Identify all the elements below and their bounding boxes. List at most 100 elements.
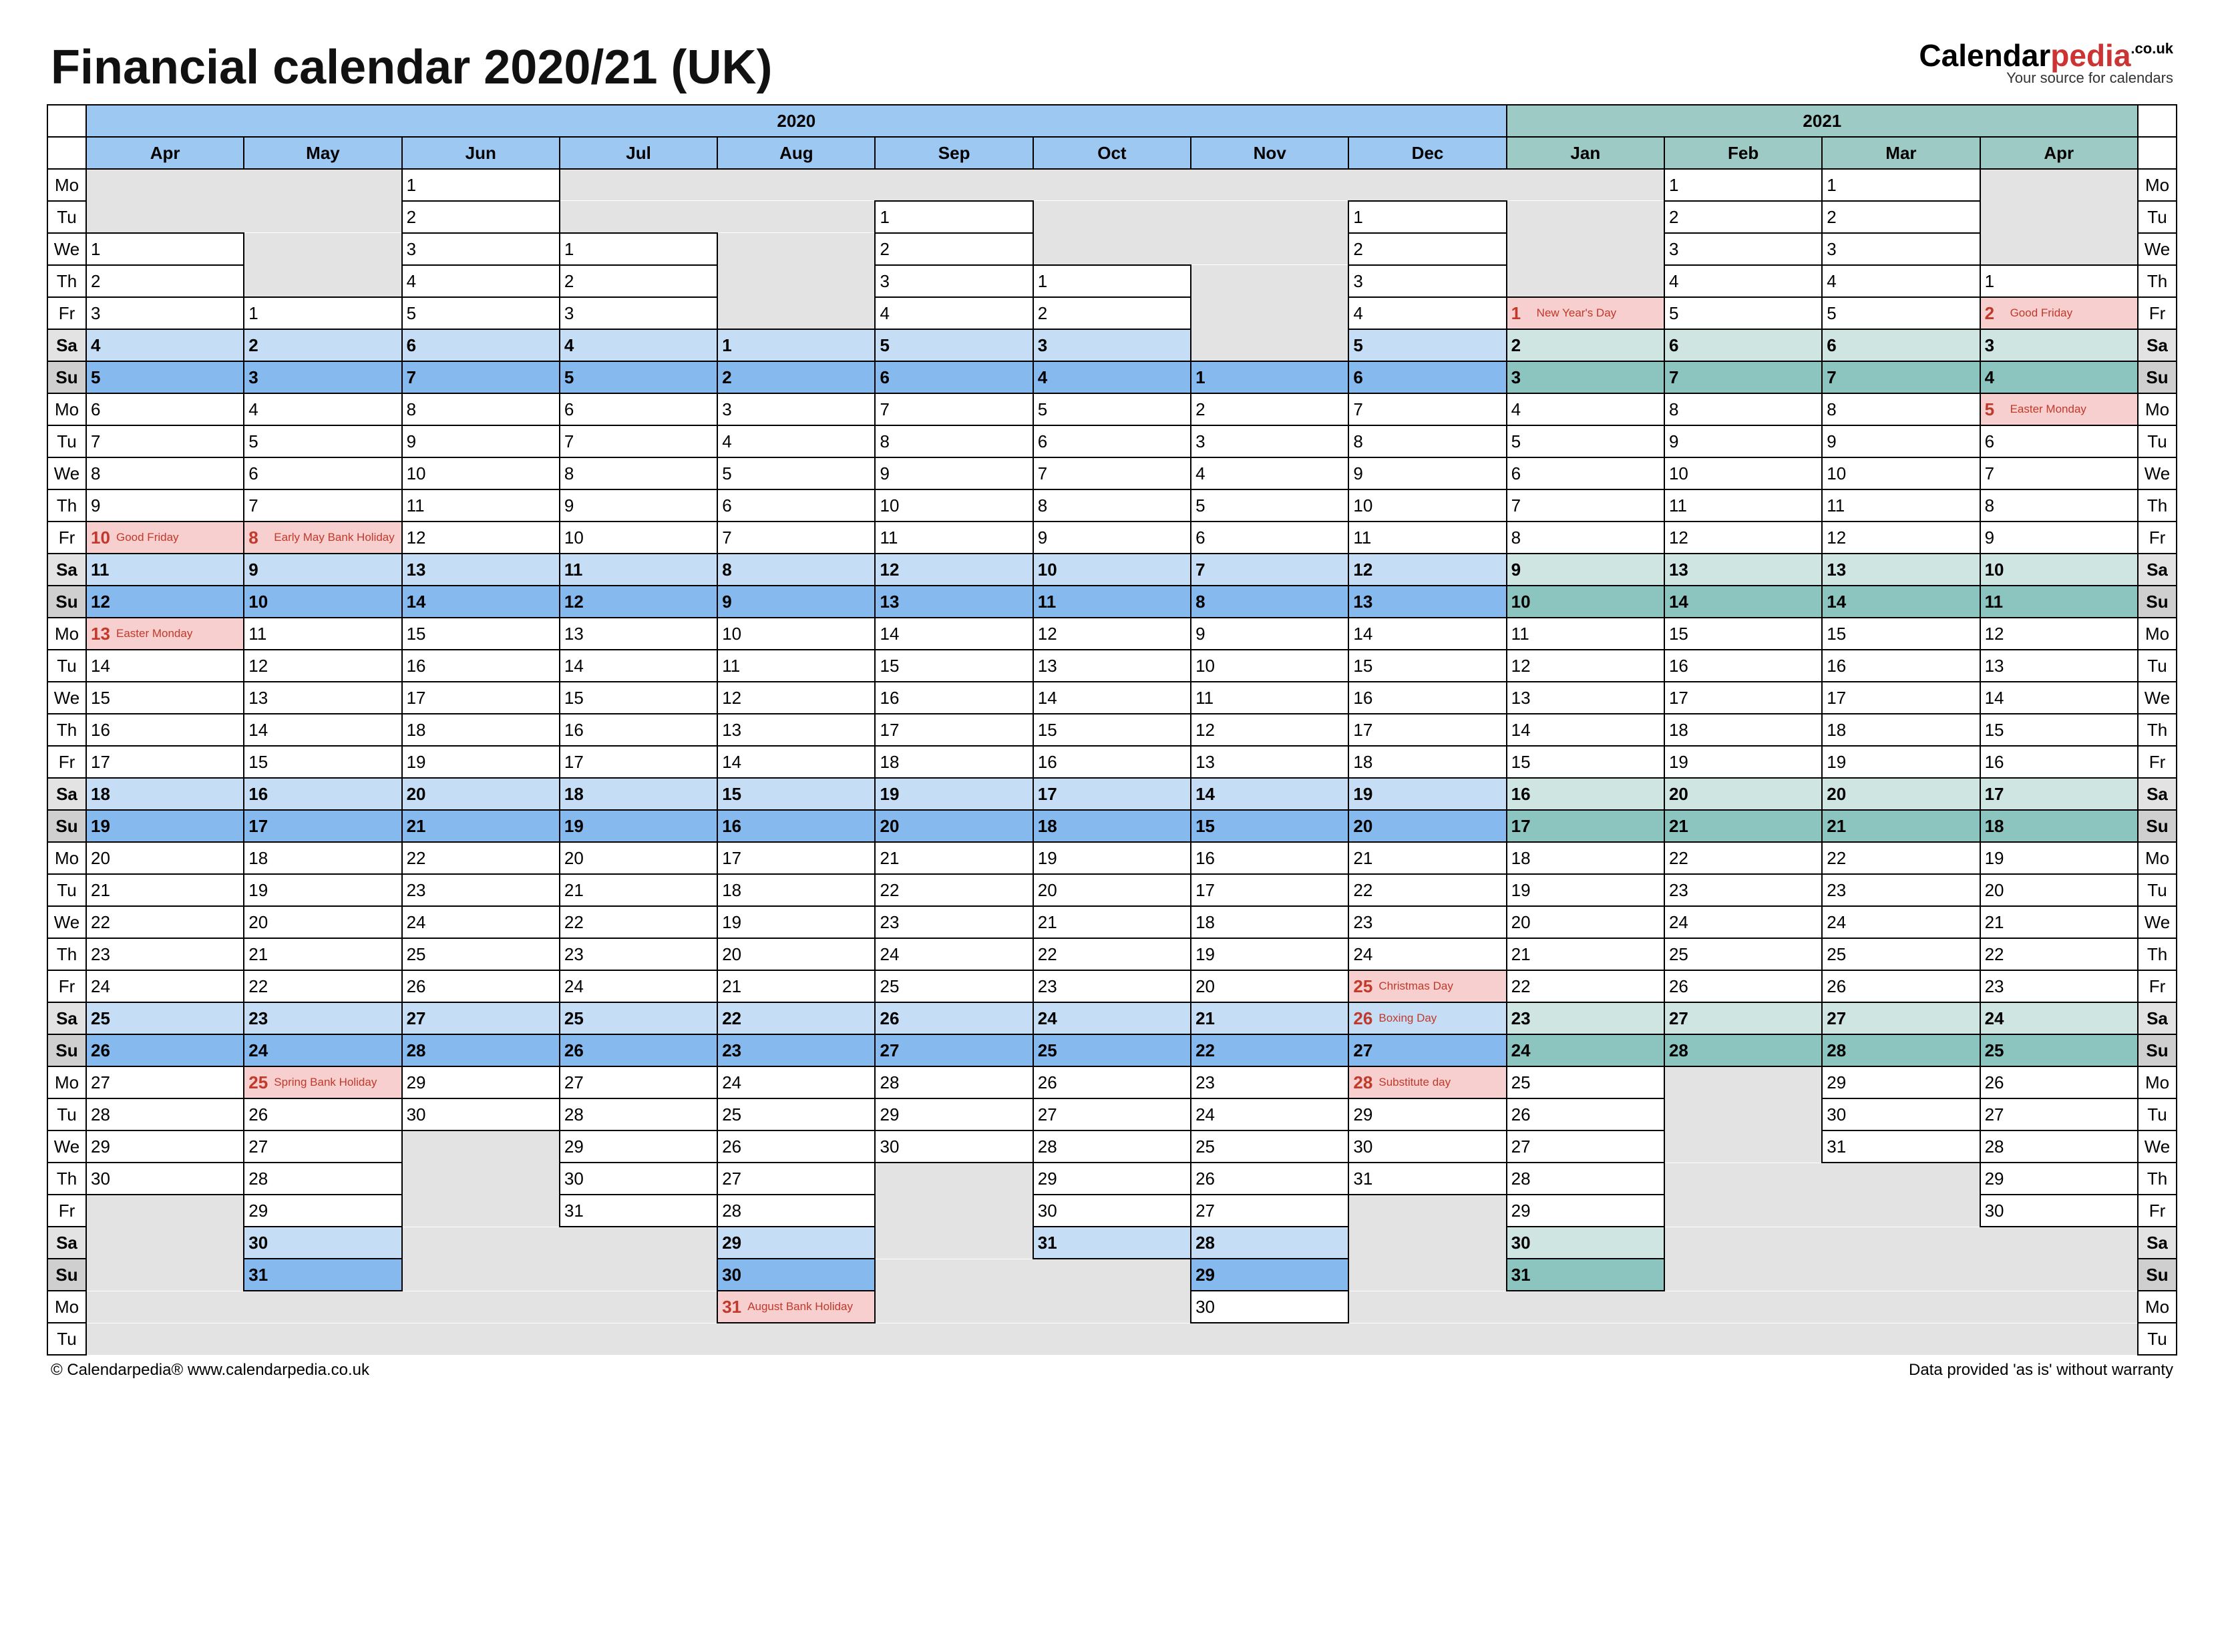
day-cell: 27 [244, 1130, 401, 1163]
day-cell: 25 [1033, 1034, 1191, 1066]
year-header: 2021 [1507, 105, 2138, 137]
day-cell: 6 [560, 393, 717, 425]
weekday-label: Sa [2138, 1002, 2177, 1034]
day-cell: 7 [1980, 457, 2138, 489]
day-cell: 21 [1033, 906, 1191, 938]
day-cell: 11 [1191, 682, 1348, 714]
empty-cell [1191, 265, 1348, 297]
empty-cell [717, 265, 875, 297]
month-header: Apr [86, 137, 244, 169]
header-corner [2138, 137, 2177, 169]
empty-cell [86, 169, 402, 201]
day-cell: 12 [717, 682, 875, 714]
weekday-label: Mo [2138, 393, 2177, 425]
weekday-label: Th [2138, 714, 2177, 746]
logo-text-1: Calendar [1919, 38, 2050, 73]
day-cell: 7 [717, 522, 875, 554]
day-cell: 9 [1348, 457, 1506, 489]
day-cell: 17 [1507, 810, 1664, 842]
day-cell: 16 [1822, 650, 1980, 682]
day-cell: 11 [875, 522, 1033, 554]
day-cell: 21 [86, 874, 244, 906]
day-cell: 28 [1822, 1034, 1980, 1066]
day-cell: 7 [1664, 361, 1822, 393]
day-cell: 4 [1348, 297, 1506, 329]
weekday-label: Fr [2138, 297, 2177, 329]
day-cell: 14 [1822, 586, 1980, 618]
day-cell: 12 [1348, 554, 1506, 586]
day-cell: 24 [244, 1034, 401, 1066]
day-cell: 26 [717, 1130, 875, 1163]
day-cell: 20 [402, 778, 560, 810]
day-cell: 17 [1980, 778, 2138, 810]
day-cell: 21 [875, 842, 1033, 874]
day-cell: 26 [86, 1034, 244, 1066]
day-cell: 10 [1033, 554, 1191, 586]
day-cell: 17 [1033, 778, 1191, 810]
day-cell: 27 [1664, 1002, 1822, 1034]
day-cell: 8 [560, 457, 717, 489]
day-cell: 7 [1507, 489, 1664, 522]
day-cell: 6 [1033, 425, 1191, 457]
empty-cell [244, 265, 401, 297]
day-cell: 5 [1822, 297, 1980, 329]
page-title: Financial calendar 2020/21 (UK) [51, 40, 772, 95]
day-cell: 23 [86, 938, 244, 970]
day-cell: 21 [1980, 906, 2138, 938]
day-cell: 7 [402, 361, 560, 393]
day-cell: 17 [1822, 682, 1980, 714]
day-cell: 1 [560, 233, 717, 265]
weekday-label: Fr [2138, 746, 2177, 778]
day-cell: 14 [86, 650, 244, 682]
day-cell: 22 [244, 970, 401, 1002]
day-cell: 26Boxing Day [1348, 1002, 1506, 1034]
day-cell: 13 [244, 682, 401, 714]
day-cell: 6 [244, 457, 401, 489]
logo-tagline: Your source for calendars [1919, 71, 2173, 85]
day-cell: 4 [560, 329, 717, 361]
day-cell: 8 [1191, 586, 1348, 618]
weekday-label: Mo [2138, 169, 2177, 201]
day-cell: 18 [1664, 714, 1822, 746]
weekday-label: Su [47, 1259, 86, 1291]
day-cell: 7 [86, 425, 244, 457]
day-cell: 29 [1980, 1163, 2138, 1195]
day-cell: 30 [244, 1227, 401, 1259]
day-cell: 19 [244, 874, 401, 906]
weekday-label: Su [47, 361, 86, 393]
empty-cell [402, 1195, 560, 1227]
day-cell: 15 [1507, 746, 1664, 778]
day-cell: 5 [560, 361, 717, 393]
day-cell: 2 [1507, 329, 1664, 361]
day-cell: 20 [875, 810, 1033, 842]
day-cell: 5 [1191, 489, 1348, 522]
weekday-label: Fr [47, 746, 86, 778]
day-cell: 3 [717, 393, 875, 425]
day-cell: 22 [1348, 874, 1506, 906]
empty-cell [1664, 1098, 1822, 1130]
day-cell: 25 [875, 970, 1033, 1002]
weekday-label: Th [47, 938, 86, 970]
day-cell: 18 [717, 874, 875, 906]
weekday-label: Tu [47, 1098, 86, 1130]
weekday-label: Tu [47, 425, 86, 457]
weekday-label: Sa [2138, 554, 2177, 586]
day-cell: 7 [1033, 457, 1191, 489]
day-cell: 3 [1191, 425, 1348, 457]
day-cell: 1 [875, 201, 1033, 233]
calendar-grid: 20202021AprMayJunJulAugSepOctNovDecJanFe… [47, 104, 2177, 1356]
day-cell: 23 [1191, 1066, 1348, 1098]
day-cell: 27 [402, 1002, 560, 1034]
empty-cell [1980, 233, 2138, 265]
day-cell: 19 [86, 810, 244, 842]
day-cell: 18 [1033, 810, 1191, 842]
day-cell: 5 [875, 329, 1033, 361]
day-cell: 28Substitute day [1348, 1066, 1506, 1098]
empty-cell [875, 1163, 1033, 1195]
day-cell: 5 [244, 425, 401, 457]
weekday-label: Mo [2138, 1066, 2177, 1098]
weekday-label: Tu [47, 874, 86, 906]
day-cell: 21 [244, 938, 401, 970]
day-cell: 14 [1980, 682, 2138, 714]
day-cell: 3 [244, 361, 401, 393]
